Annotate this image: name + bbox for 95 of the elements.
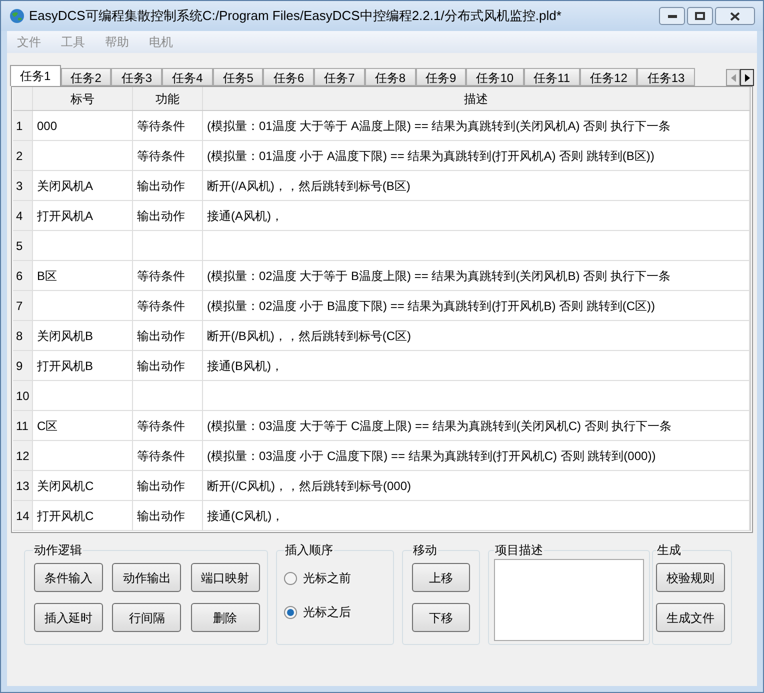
- row-number: 4: [16, 208, 23, 224]
- tab[interactable]: 任务13: [637, 68, 695, 86]
- row-number: 9: [16, 358, 23, 374]
- group-title: 动作逻辑: [33, 542, 83, 559]
- tab[interactable]: 任务6: [263, 68, 314, 86]
- table-cell-text: 关闭风机B: [37, 328, 94, 344]
- table-cell-text: 关闭风机C: [37, 478, 94, 494]
- group-title: 移动: [412, 542, 438, 559]
- generate-button[interactable]: 校验规则: [656, 563, 725, 592]
- action-button[interactable]: 端口映射: [190, 563, 260, 592]
- row-number: 10: [16, 388, 30, 404]
- table-cell-text: 等待条件: [137, 418, 185, 434]
- table-cell-text: (模拟量：01温度 大于等于 A温度上限) == 结果为真跳转到(关闭风机A) 否则 执行下一条: [207, 118, 670, 134]
- row-number: 2: [16, 148, 23, 164]
- tab[interactable]: 任务8: [364, 68, 416, 86]
- table-cell-text: 关闭风机A: [37, 178, 94, 194]
- table-cell-text: 打开风机A: [37, 208, 94, 224]
- table-cell-text: 输出动作: [137, 208, 185, 224]
- radio-label: 光标之前: [303, 570, 351, 587]
- row-number: 5: [16, 238, 23, 254]
- tab[interactable]: 任务7: [314, 68, 365, 86]
- maximize-button[interactable]: [687, 7, 713, 25]
- row-number: 1: [16, 118, 23, 134]
- row-number: 12: [16, 448, 30, 464]
- column-header: 功能: [156, 90, 180, 108]
- table-cell-text: 接通(A风机)，: [207, 208, 283, 224]
- radio-label: 光标之后: [303, 604, 351, 621]
- row-number: 14: [16, 508, 30, 524]
- row-number: 13: [16, 478, 30, 494]
- table-cell-text: C区: [37, 418, 58, 434]
- row-number: 6: [16, 268, 23, 284]
- row-number: 11: [16, 418, 28, 434]
- radio-button[interactable]: [284, 606, 297, 618]
- table-cell-text: (模拟量：02温度 小于 B温度下限) == 结果为真跳转到(打开风机B) 否则 跳转到(C区)): [207, 298, 656, 314]
- action-button[interactable]: 删除: [190, 603, 260, 632]
- close-button[interactable]: [715, 7, 755, 25]
- action-button[interactable]: 行间隔: [112, 603, 182, 632]
- group-title: 插入顺序: [284, 542, 334, 559]
- table-cell-text: 接通(B风机)，: [207, 358, 283, 374]
- table-cell-text: 断开(/C风机)，，然后跳转到标号(000): [207, 478, 412, 494]
- scroll-right-button[interactable]: [740, 69, 754, 86]
- minimize-icon: [668, 14, 676, 18]
- tab[interactable]: 任务12: [580, 68, 638, 86]
- close-icon: [730, 12, 740, 20]
- window-title: EasyDCS可编程集散控制系统C:/Program Files/EasyDCS中控编程2.2.1/分布式风机监控.pld*: [29, 7, 562, 26]
- tab[interactable]: 任务5: [212, 68, 264, 86]
- table-cell-text: 断开(/B风机)，，然后跳转到标号(C区): [207, 328, 411, 344]
- maximize-icon: [695, 12, 705, 20]
- radio-button[interactable]: [284, 572, 297, 584]
- table-cell-text: 等待条件: [137, 148, 185, 164]
- table-cell-text: 等待条件: [137, 298, 185, 314]
- group-title: 项目描述: [494, 542, 544, 559]
- group-title: 生成: [656, 542, 682, 559]
- row-number: 3: [16, 178, 23, 194]
- table-cell-text: 输出动作: [137, 508, 185, 524]
- tab[interactable]: 任务2: [60, 68, 112, 86]
- column-header: 描述: [464, 90, 488, 108]
- column-header: 标号: [70, 90, 94, 108]
- right-arrow-icon: [744, 74, 750, 82]
- table-cell-text: (模拟量：03温度 大于等于 C温度上限) == 结果为真跳转到(关闭风机C) 否则 执行下一条: [207, 418, 672, 434]
- minimize-button[interactable]: [659, 7, 685, 25]
- table-cell-text: 输出动作: [137, 358, 185, 374]
- left-arrow-icon: [730, 74, 736, 82]
- generate-button[interactable]: 生成文件: [656, 603, 725, 632]
- table-cell-text: (模拟量：01温度 小于 A温度下限) == 结果为真跳转到(打开风机A) 否则 跳转到(B区)): [207, 148, 654, 164]
- tab[interactable]: 任务3: [111, 68, 162, 86]
- table-cell-text: 打开风机B: [37, 358, 94, 374]
- table-cell-text: 输出动作: [137, 478, 185, 494]
- table-cell-text: (模拟量：02温度 大于等于 B温度上限) == 结果为真跳转到(关闭风机B) 否则 执行下一条: [207, 268, 670, 284]
- row-number: 8: [16, 328, 23, 344]
- tab[interactable]: 任务10: [466, 68, 524, 86]
- table-cell-text: B区: [37, 268, 58, 284]
- action-button[interactable]: 条件输入: [34, 563, 103, 592]
- table-cell-text: 等待条件: [137, 268, 185, 284]
- table-cell-text: 打开风机C: [37, 508, 94, 524]
- table-cell-text: 输出动作: [137, 328, 185, 344]
- tab[interactable]: 任务4: [162, 68, 213, 86]
- table-cell-text: 等待条件: [137, 118, 185, 134]
- move-button[interactable]: 下移: [412, 603, 470, 632]
- action-button[interactable]: 动作输出: [112, 563, 182, 592]
- scroll-left-button[interactable]: [726, 69, 740, 86]
- tab[interactable]: 任务1: [10, 65, 61, 86]
- tab[interactable]: 任务9: [416, 68, 466, 86]
- table-cell-text: (模拟量：03温度 小于 C温度下限) == 结果为真跳转到(打开风机C) 否则 跳转到(000)): [207, 448, 656, 464]
- action-button[interactable]: 插入延时: [34, 603, 103, 632]
- table-cell-text: 000: [37, 118, 58, 134]
- description-field[interactable]: [494, 559, 644, 641]
- row-number: 7: [16, 298, 23, 314]
- table-cell-text: 输出动作: [137, 178, 185, 194]
- table-cell-text: 断开(/A风机)，，然后跳转到标号(B区): [207, 178, 410, 194]
- table-cell-text: 接通(C风机)，: [207, 508, 284, 524]
- tab[interactable]: 任务11: [524, 68, 580, 86]
- table-cell-text: 等待条件: [137, 448, 185, 464]
- globe-icon: [9, 8, 25, 24]
- move-button[interactable]: 上移: [412, 563, 470, 592]
